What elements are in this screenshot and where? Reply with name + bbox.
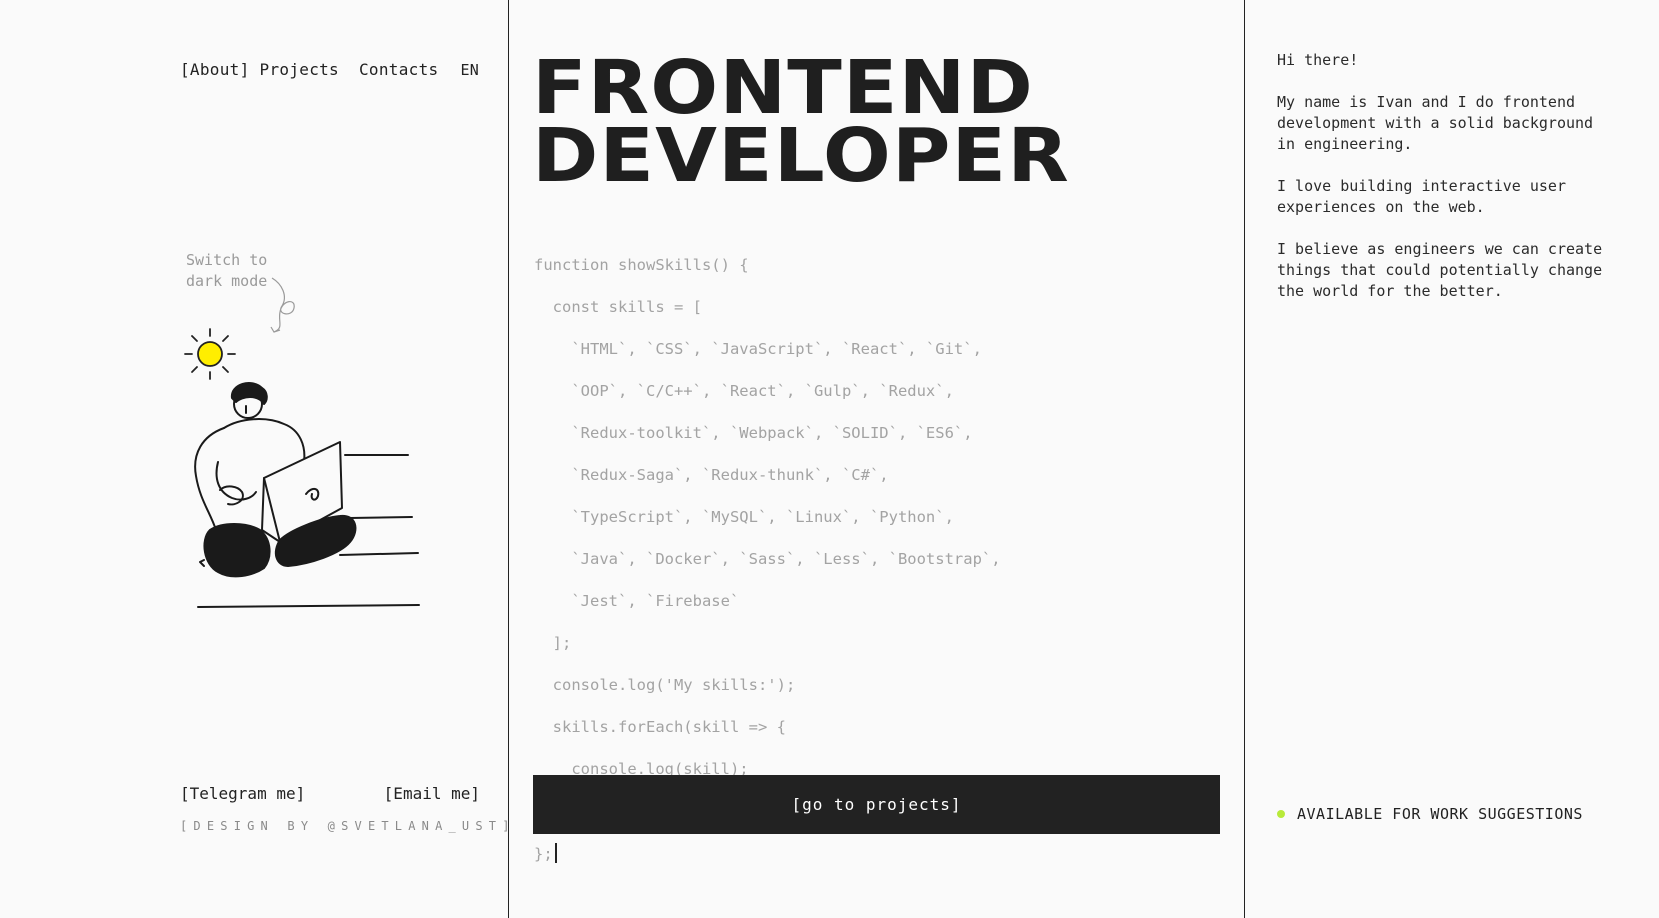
availability-status: AVAILABLE FOR WORK SUGGESTIONS	[1277, 805, 1583, 823]
bio-greeting: Hi there!	[1277, 51, 1359, 69]
email-link[interactable]: [Email me]	[384, 784, 480, 803]
code-line: };	[534, 845, 553, 863]
language-switch[interactable]: EN	[460, 61, 479, 79]
curly-arrow-icon	[270, 277, 295, 333]
nav-contacts-link[interactable]: Contacts	[359, 60, 438, 79]
nav-projects-link[interactable]: Projects	[260, 60, 339, 79]
design-credit[interactable]: [DESIGN BY @SVETLANA_UST]	[180, 819, 516, 833]
bio-paragraph: I love building interactive user experie…	[1277, 177, 1566, 216]
code-line: `TypeScript`, `MySQL`, `Linux`, `Python`…	[534, 508, 954, 526]
code-line: `HTML`, `CSS`, `JavaScript`, `React`, `G…	[534, 340, 982, 358]
main-nav: [About] Projects Contacts EN	[180, 60, 479, 79]
code-line: function showSkills() {	[534, 256, 749, 274]
sun-icon[interactable]	[183, 327, 237, 381]
code-line: `Redux-Saga`, `Redux-thunk`, `C#`,	[534, 466, 889, 484]
column-divider-right	[1244, 0, 1245, 918]
code-line: `Java`, `Docker`, `Sass`, `Less`, `Boots…	[534, 550, 1001, 568]
developer-with-laptop-illustration	[194, 382, 420, 608]
contact-links: [Telegram me] [Email me]	[180, 784, 480, 803]
code-line: `Jest`, `Firebase`	[534, 592, 740, 610]
availability-label: AVAILABLE FOR WORK SUGGESTIONS	[1297, 805, 1583, 823]
page-title: FRONTEND DEVELOPER	[532, 51, 1070, 193]
code-line: skills.forEach(skill => {	[534, 718, 786, 736]
code-line: ];	[534, 634, 572, 652]
bio-paragraph: I believe as engineers we can create thi…	[1277, 240, 1603, 300]
status-dot-icon	[1277, 810, 1285, 818]
text-caret	[554, 843, 557, 863]
code-line: console.log('My skills:');	[534, 676, 796, 694]
go-to-projects-button[interactable]: [go to projects]	[533, 775, 1220, 834]
code-line: `Redux-toolkit`, `Webpack`, `SOLID`, `ES…	[534, 424, 973, 442]
telegram-link[interactable]: [Telegram me]	[180, 784, 305, 803]
bio-paragraph: My name is Ivan and I do frontend develo…	[1277, 93, 1594, 153]
nav-about-link[interactable]: [About]	[180, 60, 250, 79]
about-text: Hi there! My name is Ivan and I do front…	[1277, 50, 1617, 323]
column-divider-left	[508, 0, 509, 918]
code-line-last: };	[534, 843, 1001, 865]
code-line: `OOP`, `C/C++`, `React`, `Gulp`, `Redux`…	[534, 382, 954, 400]
title-line-2: DEVELOPER	[532, 113, 1070, 199]
code-line: const skills = [	[534, 298, 702, 316]
